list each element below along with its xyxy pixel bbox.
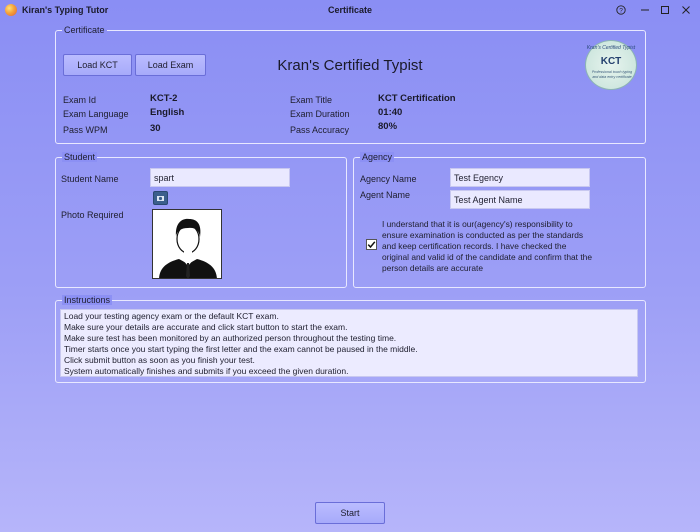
- close-icon: [682, 6, 690, 14]
- instruction-line: Timer starts once you start typing the f…: [64, 344, 418, 354]
- help-button[interactable]: ?: [612, 2, 630, 18]
- exam-title-label: Exam Title: [290, 95, 333, 105]
- instruction-line: Load your testing agency exam or the def…: [64, 311, 279, 321]
- pass-accuracy-value: 80%: [378, 121, 398, 132]
- photo-required-label: Photo Required: [61, 210, 124, 220]
- window-title: Certificate: [327, 5, 372, 15]
- certificate-heading: Kran's Certified Typist: [277, 57, 423, 74]
- pass-wpm-label: Pass WPM: [63, 125, 108, 135]
- minimize-button[interactable]: [636, 2, 654, 18]
- camera-icon: [157, 196, 164, 201]
- exam-title-value: KCT Certification: [378, 93, 456, 104]
- agency-name-label: Agency Name: [360, 174, 417, 184]
- instruction-line: Make sure your details are accurate and …: [64, 322, 348, 332]
- agency-group-label: Agency: [360, 152, 395, 162]
- start-button[interactable]: Start: [315, 502, 385, 524]
- student-photo-placeholder[interactable]: [152, 209, 222, 279]
- agency-name-input[interactable]: [450, 168, 590, 187]
- kct-seal-logo: Kran's Certified Typist KCT Professional…: [585, 40, 637, 90]
- agreement-text: I understand that it is our(agency's) re…: [382, 219, 592, 273]
- exam-language-value: English: [150, 107, 185, 118]
- student-group-label: Student: [62, 152, 98, 162]
- load-exam-button[interactable]: Load Exam: [135, 54, 206, 76]
- close-button[interactable]: [677, 2, 695, 18]
- instruction-line: Make sure test has been monitored by an …: [64, 333, 397, 343]
- agent-name-input[interactable]: [450, 190, 590, 209]
- exam-id-value: KCT-2: [150, 93, 178, 104]
- instructions-textbox[interactable]: Load your testing agency exam or the def…: [60, 309, 638, 377]
- student-name-input[interactable]: [150, 168, 290, 187]
- minimize-icon: [641, 9, 649, 11]
- seal-top-text: Kran's Certified Typist: [586, 45, 636, 51]
- load-kct-button[interactable]: Load KCT: [63, 54, 132, 76]
- maximize-button[interactable]: [656, 2, 674, 18]
- help-icon: ?: [616, 5, 626, 15]
- instruction-line: Click submit button as soon as you finis…: [64, 355, 255, 365]
- svg-text:?: ?: [619, 7, 623, 14]
- pass-accuracy-label: Pass Accuracy: [290, 125, 350, 135]
- certificate-group: Certificate: [55, 25, 646, 144]
- exam-duration-value: 01:40: [378, 107, 403, 118]
- pass-wpm-value: 30: [150, 123, 161, 134]
- camera-button[interactable]: [153, 191, 168, 205]
- person-silhouette-icon: [159, 218, 217, 278]
- certificate-group-label: Certificate: [62, 25, 107, 35]
- instructions-group-label: Instructions: [62, 295, 113, 305]
- seal-sub-text: Professional touch typing and data entry…: [591, 70, 633, 79]
- agent-name-label: Agent Name: [360, 190, 411, 200]
- exam-language-label: Exam Language: [63, 109, 129, 119]
- seal-main-text: KCT: [600, 56, 622, 67]
- checkmark-icon: [367, 241, 376, 249]
- exam-duration-label: Exam Duration: [290, 109, 350, 119]
- instruction-line: System automatically finishes and submit…: [64, 366, 349, 376]
- title-bar: Kiran's Typing Tutor Certificate ?: [0, 0, 700, 22]
- student-name-label: Student Name: [61, 174, 119, 184]
- agreement-checkbox[interactable]: [366, 239, 377, 250]
- maximize-icon: [661, 6, 669, 14]
- exam-id-label: Exam Id: [63, 95, 97, 105]
